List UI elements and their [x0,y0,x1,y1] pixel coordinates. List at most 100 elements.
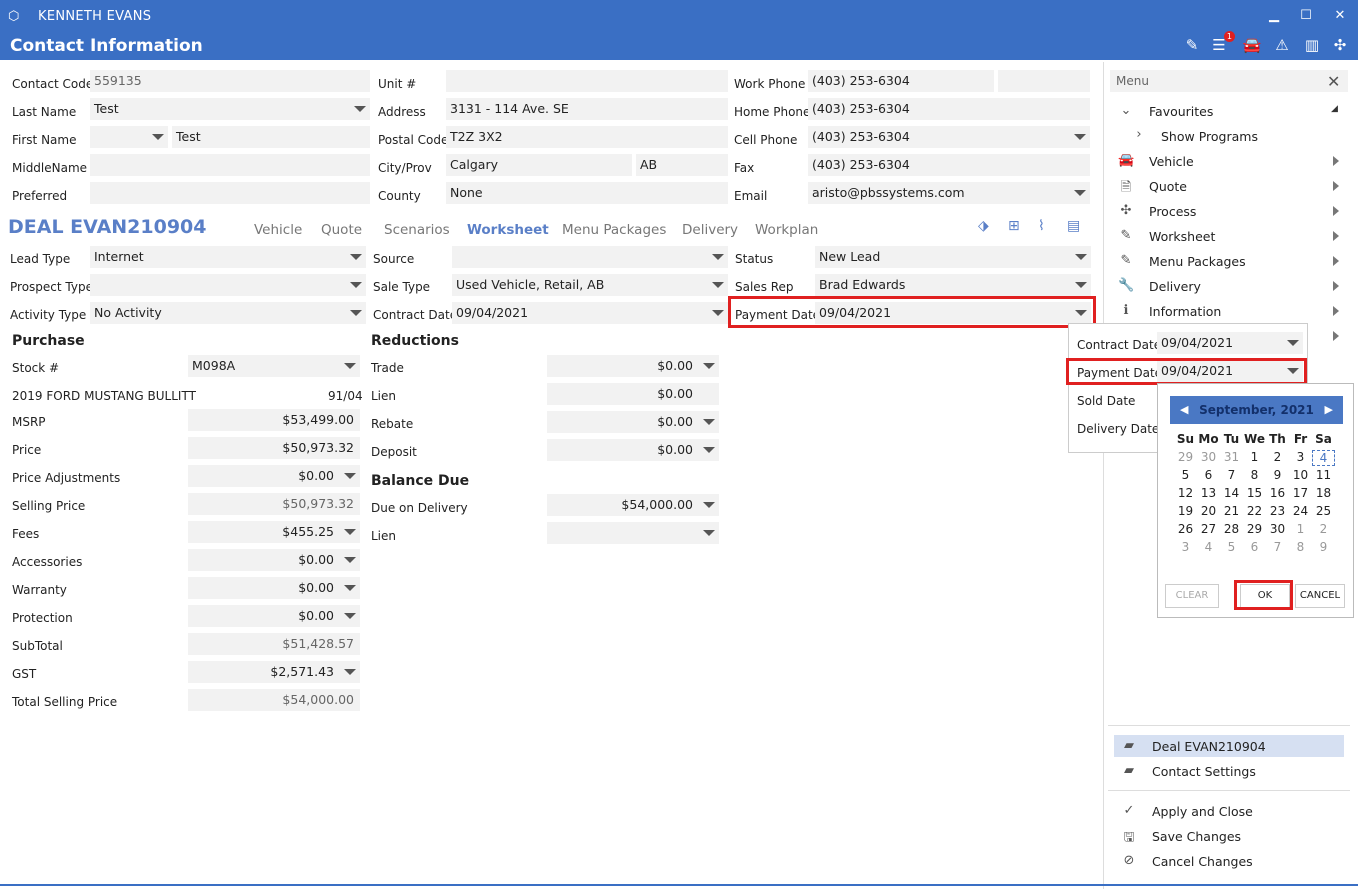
postal-code-field[interactable]: T2Z 3X2 [446,126,728,148]
tab-vehicle[interactable]: Vehicle [254,222,302,238]
warning-icon[interactable]: ⚠ [1272,36,1292,54]
document-edit-icon[interactable]: ✎ [1182,36,1202,54]
calendar-cancel-button[interactable]: CANCEL [1295,584,1345,608]
calendar-day[interactable]: 24 [1289,504,1312,518]
lead-type-select[interactable]: Internet [90,246,366,268]
contract-date-select[interactable]: 09/04/2021 [452,302,728,324]
city-field[interactable]: Calgary [446,154,632,176]
calendar-day[interactable]: 18 [1312,486,1335,500]
apply-and-close-button[interactable]: Apply and Close [1152,804,1253,819]
price-field[interactable]: $50,973.32 [188,437,360,459]
calendar-day[interactable]: 6 [1243,540,1266,554]
calendar-day[interactable]: 15 [1243,486,1266,500]
calendar-day[interactable]: 20 [1197,504,1220,518]
add-document-icon[interactable]: ⊞ [1008,218,1020,234]
sale-type-select[interactable]: Used Vehicle, Retail, AB [452,274,728,296]
popup-contract-date-select[interactable]: 09/04/2021 [1157,332,1303,354]
calendar-day[interactable]: 30 [1197,450,1220,464]
calendar-day[interactable]: 7 [1266,540,1289,554]
fax-field[interactable]: (403) 253-6304 [808,154,1090,176]
calendar-day[interactable]: 19 [1174,504,1197,518]
province-field[interactable]: AB [636,154,728,176]
menu-item-quote[interactable]: Quote [1149,179,1187,194]
tab-workplan[interactable]: Workplan [755,222,818,238]
calendar-day[interactable]: 1 [1243,450,1266,464]
close-window-button[interactable]: ✕ [1330,8,1350,23]
calendar-day[interactable]: 23 [1266,504,1289,518]
prev-month-icon[interactable]: ◀ [1180,396,1188,424]
process-icon[interactable]: ✣ [1330,36,1350,54]
calendar-day[interactable]: 5 [1174,468,1197,482]
calendar-day[interactable]: 3 [1174,540,1197,554]
calendar-day[interactable]: 29 [1243,522,1266,536]
menu-item-menu-packages[interactable]: Menu Packages [1149,254,1246,269]
calendar-day[interactable]: 30 [1266,522,1289,536]
tab-worksheet[interactable]: Worksheet [467,222,549,238]
unit-field[interactable] [446,70,728,92]
menu-item-show-programs[interactable]: Show Programs [1161,129,1258,144]
calendar-day[interactable]: 31 [1220,450,1243,464]
calendar-day[interactable]: 10 [1289,468,1312,482]
trade-field[interactable]: $0.00 [547,355,719,377]
calendar-day[interactable]: 1 [1289,522,1312,536]
tab-menu-packages[interactable]: Menu Packages [562,222,666,238]
work-phone-field[interactable]: (403) 253-6304 [808,70,994,92]
calendar-day[interactable]: 5 [1220,540,1243,554]
calendar-day[interactable]: 7 [1220,468,1243,482]
fees-field[interactable]: $455.25 [188,521,360,543]
calendar-day[interactable]: 8 [1243,468,1266,482]
calendar-day[interactable]: 6 [1197,468,1220,482]
calendar-month-label[interactable]: September, 2021 [1199,403,1314,417]
gst-field[interactable]: $2,571.43 [188,661,360,683]
menu-item-favourites[interactable]: Favourites [1149,104,1213,119]
calendar-day[interactable]: 3 [1289,450,1312,464]
calendar-day[interactable]: 8 [1289,540,1312,554]
calendar-day[interactable]: 27 [1197,522,1220,536]
task-list-icon[interactable]: ☰ 1 [1209,31,1235,54]
protection-field[interactable]: $0.00 [188,605,360,627]
calendar-day[interactable]: 13 [1197,486,1220,500]
calendar-day[interactable]: 12 [1174,486,1197,500]
name-prefix-select[interactable] [90,126,168,148]
menu-item-worksheet[interactable]: Worksheet [1149,229,1215,244]
work-phone-ext-field[interactable] [998,70,1090,92]
rebate-field[interactable]: $0.00 [547,411,719,433]
calendar-day[interactable]: 2 [1266,450,1289,464]
price-adjustments-field[interactable]: $0.00 [188,465,360,487]
calendar-day[interactable]: 16 [1266,486,1289,500]
calendar-day[interactable]: 4 [1312,450,1335,466]
stock-select[interactable]: M098A [188,355,360,377]
last-name-field[interactable]: Test [90,98,370,120]
activity-type-select[interactable]: No Activity [90,302,366,324]
prospect-type-select[interactable] [90,274,366,296]
calendar-day[interactable]: 14 [1220,486,1243,500]
cell-phone-field[interactable]: (403) 253-6304 [808,126,1090,148]
menu-item-process[interactable]: Process [1149,204,1196,219]
due-on-delivery-field[interactable]: $54,000.00 [547,494,719,516]
comment-icon[interactable]: ▤ [1067,218,1080,234]
close-menu-icon[interactable]: ✕ [1327,72,1340,91]
menu-item-vehicle[interactable]: Vehicle [1149,154,1194,169]
menu-deal-link[interactable]: Deal EVAN210904 [1152,739,1266,754]
calendar-day[interactable]: 17 [1289,486,1312,500]
calendar-day[interactable]: 22 [1243,504,1266,518]
first-name-field[interactable]: Test [172,126,370,148]
calendar-day[interactable]: 2 [1312,522,1335,536]
preferred-field[interactable] [90,182,370,204]
maximize-button[interactable]: ☐ [1296,8,1316,23]
minimize-button[interactable]: ▁ [1264,8,1284,23]
calendar-day[interactable]: 21 [1220,504,1243,518]
calendar-day[interactable]: 4 [1197,540,1220,554]
tag-icon[interactable]: ⬗ [978,218,989,234]
bar-chart-icon[interactable]: ▥ [1302,36,1322,54]
chevron-down-icon[interactable]: ⌄ [1118,103,1134,118]
calendar-clear-button[interactable]: CLEAR [1165,584,1219,608]
status-select[interactable]: New Lead [815,246,1091,268]
calendar-day[interactable]: 9 [1266,468,1289,482]
balance-lien-select[interactable] [547,522,719,544]
home-phone-field[interactable]: (403) 253-6304 [808,98,1090,120]
car-icon[interactable]: 🚘 [1242,36,1262,54]
paperclip-icon[interactable]: ⌇ [1038,218,1045,234]
tab-delivery[interactable]: Delivery [682,222,738,238]
msrp-field[interactable]: $53,499.00 [188,409,360,431]
